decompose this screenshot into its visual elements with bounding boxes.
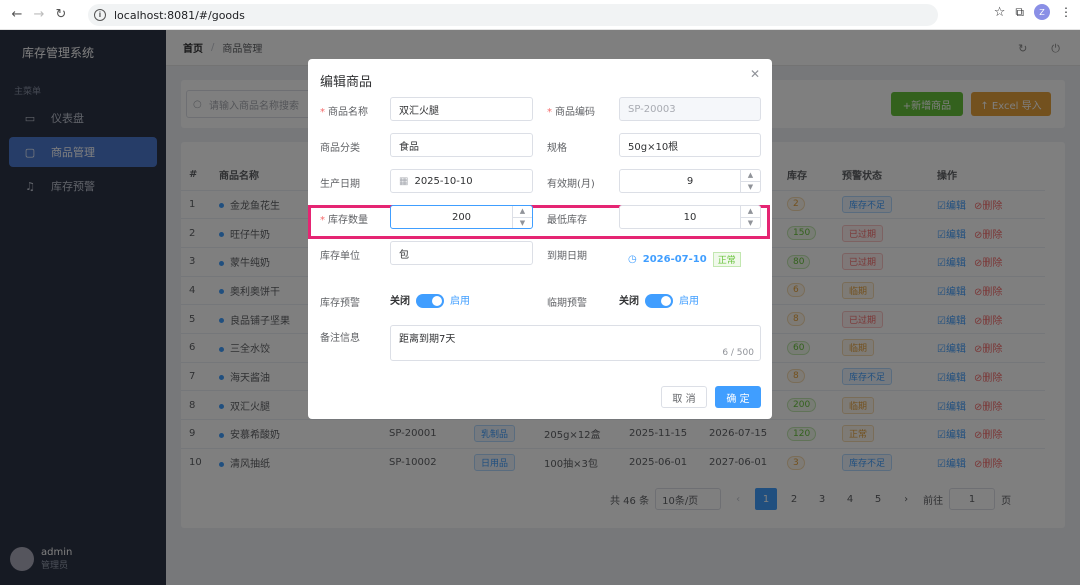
stock-alert-toggle[interactable]: 关闭 启用 [390, 292, 470, 308]
unit-field[interactable]: 包 [390, 241, 533, 265]
bookmark-star-icon[interactable]: ☆ [994, 5, 1006, 20]
close-icon[interactable]: ✕ [750, 67, 760, 81]
increment-icon[interactable]: ▲ [741, 170, 760, 182]
extensions-icon[interactable]: ⧉ [1015, 5, 1024, 20]
decrement-icon[interactable]: ▼ [741, 182, 760, 193]
decrement-icon[interactable]: ▼ [513, 218, 532, 229]
clock-icon: ◷ [628, 254, 637, 265]
char-count: 6 / 500 [722, 348, 754, 358]
unit-label: 库存单位 [320, 251, 360, 262]
status-badge: 正常 [712, 252, 741, 267]
min-stock-stepper[interactable]: 10 ▲ ▼ [619, 205, 761, 229]
cancel-button[interactable]: 取 消 [661, 386, 707, 408]
confirm-button[interactable]: 确 定 [715, 386, 761, 408]
expiry-alert-label: 临期预警 [547, 298, 587, 309]
remark-label: 备注信息 [320, 333, 360, 344]
edit-goods-dialog: 编辑商品 ✕ * 商品名称 双汇火腿 * 商品编码 SP-20003 商品分类 食品… [308, 59, 772, 419]
menu-icon[interactable]: ⋮ [1060, 5, 1072, 19]
remark-textarea[interactable]: 距离到期7天 6 / 500 [390, 325, 761, 361]
reload-icon[interactable]: ↻ [50, 4, 72, 26]
production-date-picker[interactable]: ▦ 2025-10-10 [390, 169, 533, 193]
back-icon[interactable]: ← [6, 4, 28, 26]
url-text: localhost:8081/#/goods [114, 8, 245, 22]
calendar-icon: ▦ [399, 175, 409, 187]
info-icon[interactable]: i [94, 9, 106, 21]
stock-qty-stepper[interactable]: 200 ▲ ▼ [390, 205, 533, 229]
category-field[interactable]: 食品 [390, 133, 533, 157]
expiry-value: ◷ 2026-07-10 正常 [628, 252, 741, 267]
name-field[interactable]: 双汇火腿 [390, 97, 533, 121]
spec-label: 规格 [547, 143, 567, 154]
profile-avatar[interactable]: Z [1034, 4, 1050, 20]
production-date-label: 生产日期 [320, 179, 360, 190]
shelf-life-label: 有效期(月) [547, 179, 595, 190]
increment-icon[interactable]: ▲ [741, 206, 760, 218]
address-bar[interactable]: i localhost:8081/#/goods [88, 4, 938, 26]
browser-toolbar: ← → ↻ i localhost:8081/#/goods ☆ ⧉ Z ⋮ [0, 0, 1080, 30]
stock-qty-label: * 库存数量 [320, 215, 368, 226]
forward-icon[interactable]: → [28, 4, 50, 26]
name-label: * 商品名称 [320, 107, 368, 118]
code-label: * 商品编码 [547, 107, 595, 118]
decrement-icon[interactable]: ▼ [741, 218, 760, 229]
min-stock-label: 最低库存 [547, 215, 587, 226]
shelf-life-stepper[interactable]: 9 ▲ ▼ [619, 169, 761, 193]
dialog-title: 编辑商品 [320, 75, 373, 90]
code-field[interactable]: SP-20003 [619, 97, 761, 121]
spec-field[interactable]: 50g×10根 [619, 133, 761, 157]
expiry-alert-toggle[interactable]: 关闭 启用 [619, 292, 699, 308]
category-label: 商品分类 [320, 143, 360, 154]
stock-alert-label: 库存预警 [320, 298, 360, 309]
expiry-label: 到期日期 [547, 251, 587, 262]
increment-icon[interactable]: ▲ [513, 206, 532, 218]
